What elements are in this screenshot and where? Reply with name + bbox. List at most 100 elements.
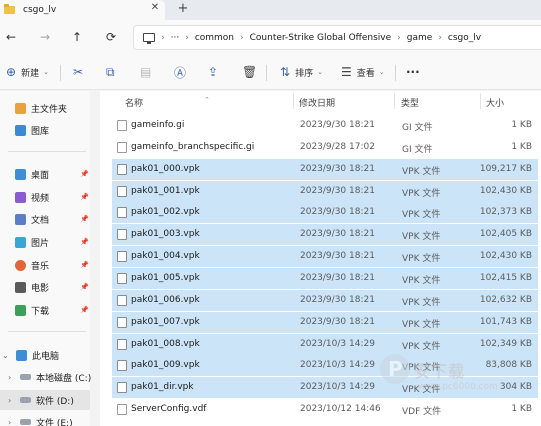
- file-row[interactable]: pak01_008.vpk 2023/10/3 14:29 VPK 文件 102,34…: [112, 333, 538, 355]
- view-button[interactable]: ☰ 查看 ⌄: [341, 63, 385, 81]
- new-tab-icon[interactable]: +: [176, 0, 190, 18]
- divider: [8, 151, 86, 152]
- file-row[interactable]: pak01_007.vpk 2023/9/30 18:21 VPK 文件 101,74…: [112, 311, 538, 333]
- sidebar-item-documents[interactable]: 文档 📌: [0, 209, 90, 229]
- sidebar-item-desktop[interactable]: 桌面 📌: [0, 164, 90, 184]
- pin-icon[interactable]: 📌: [80, 306, 89, 314]
- sidebar-item-drive-c[interactable]: › 本地磁盘 (C:): [0, 367, 91, 387]
- sidebar-item-this-pc[interactable]: ⌄ 此电脑: [0, 345, 90, 365]
- sidebar-item-label: 此电脑: [32, 351, 60, 362]
- file-row[interactable]: pak01_002.vpk 2023/9/30 18:21 VPK 文件 102,37…: [112, 202, 538, 224]
- breadcrumb-game[interactable]: game: [407, 33, 433, 43]
- file-row[interactable]: pak01_005.vpk 2023/9/30 18:21 VPK 文件 102,41…: [112, 267, 538, 289]
- drive-icon: [20, 419, 31, 425]
- share-icon: ⇪: [208, 65, 219, 79]
- checkbox[interactable]: [117, 207, 127, 219]
- close-tab-icon[interactable]: ✕: [148, 2, 162, 13]
- file-size: 102,632 KB: [479, 294, 532, 305]
- file-name: pak01_005.vpk: [131, 272, 200, 283]
- pin-icon[interactable]: 📌: [80, 193, 89, 201]
- command-bar: ⊕ 新建 ⌄ ✂ ⧉ ▤ Ⓐ ⇪ 🗑 ⇅ 排序 ⌄ ☰ 查看 ⌄ ···: [0, 55, 541, 90]
- more-options-button[interactable]: ···: [406, 63, 420, 81]
- column-divider[interactable]: [394, 93, 395, 109]
- cut-button[interactable]: ✂: [73, 63, 83, 81]
- view-icon: ☰: [341, 65, 352, 79]
- checkbox[interactable]: [117, 229, 127, 241]
- chevron-down-icon[interactable]: ⌄: [2, 351, 9, 360]
- share-button[interactable]: ⇪: [208, 63, 218, 81]
- chevron-right-icon: ›: [185, 32, 189, 43]
- file-size: 101,743 KB: [479, 316, 532, 327]
- forward-icon[interactable]: →: [34, 26, 56, 48]
- file-row[interactable]: pak01_003.vpk 2023/9/30 18:21 VPK 文件 102,40…: [112, 224, 538, 246]
- column-divider[interactable]: [293, 93, 294, 109]
- chevron-down-icon: ⌄: [43, 68, 49, 76]
- checkbox[interactable]: [117, 294, 127, 306]
- more-icon: ···: [406, 65, 420, 79]
- sidebar-item-videos[interactable]: 视频 📌: [0, 187, 90, 207]
- checkbox[interactable]: [117, 316, 127, 328]
- file-row[interactable]: pak01_006.vpk 2023/9/30 18:21 VPK 文件 102,63…: [112, 289, 538, 311]
- file-icon: [117, 404, 127, 416]
- breadcrumb-csgo-lv[interactable]: csgo_lv: [448, 33, 481, 43]
- checkbox[interactable]: [117, 382, 127, 394]
- chevron-down-icon: ⌄: [317, 68, 323, 76]
- file-type: VPK 文件: [402, 297, 441, 308]
- breadcrumb-common[interactable]: common: [195, 33, 234, 43]
- file-row[interactable]: gameinfo.gi 2023/9/30 18:21 GI 文件 1 KB: [112, 115, 538, 136]
- pin-icon[interactable]: 📌: [80, 170, 89, 178]
- column-type[interactable]: 类型: [401, 96, 419, 109]
- up-icon[interactable]: ↑: [66, 26, 88, 48]
- copy-button[interactable]: ⧉: [106, 63, 115, 81]
- file-row[interactable]: gameinfo_branchspecific.gi 2023/9/28 17:0…: [112, 137, 538, 158]
- pin-icon[interactable]: 📌: [80, 261, 89, 269]
- rename-button[interactable]: Ⓐ: [174, 63, 186, 81]
- file-row[interactable]: pak01_004.vpk 2023/9/30 18:21 VPK 文件 102,43…: [112, 246, 538, 268]
- file-date: 2023/10/12 14:46: [300, 404, 381, 415]
- sidebar-scrollbar[interactable]: [92, 91, 97, 426]
- breadcrumb-more[interactable]: ···: [171, 33, 180, 43]
- checkbox[interactable]: [117, 185, 127, 197]
- checkbox[interactable]: [117, 251, 127, 263]
- file-row[interactable]: ServerConfig.vdf 2023/10/12 14:46 VDF 文件 1 …: [112, 399, 538, 420]
- sidebar-item-downloads[interactable]: 下载 📌: [0, 300, 90, 320]
- column-date[interactable]: 修改日期: [299, 96, 335, 109]
- file-size: 1 KB: [511, 120, 532, 130]
- refresh-icon[interactable]: ⟳: [100, 26, 122, 48]
- sidebar-item-home[interactable]: 主文件夹: [0, 98, 90, 118]
- drive-icon: [20, 397, 31, 403]
- sidebar-item-drive-d[interactable]: › 软件 (D:): [0, 390, 90, 410]
- file-row[interactable]: pak01_009.vpk 2023/10/3 14:29 VPK 文件 83,808…: [112, 355, 538, 377]
- new-button[interactable]: ⊕ 新建 ⌄: [6, 63, 49, 81]
- chevron-right-icon[interactable]: ›: [8, 396, 11, 405]
- tab-csgo-lv[interactable]: csgo_lv ✕: [0, 0, 165, 20]
- chevron-right-icon[interactable]: ›: [8, 418, 11, 426]
- breadcrumb-csgo[interactable]: Counter-Strike Global Offensive: [250, 33, 392, 43]
- checkbox[interactable]: [117, 272, 127, 284]
- column-size[interactable]: 大小: [486, 96, 504, 109]
- sidebar-item-label: 下载: [31, 306, 50, 317]
- checkbox[interactable]: [117, 338, 127, 350]
- sidebar-item-drive-e[interactable]: › 文件 (E:): [0, 412, 90, 426]
- sidebar-item-gallery[interactable]: 图库: [0, 120, 90, 140]
- sidebar-item-music[interactable]: 音乐 📌: [0, 255, 90, 275]
- file-date: 2023/9/30 18:21: [300, 163, 375, 174]
- sort-button[interactable]: ⇅ 排序 ⌄: [280, 63, 323, 81]
- back-icon[interactable]: ←: [0, 26, 22, 48]
- pin-icon[interactable]: 📌: [80, 238, 89, 246]
- column-divider[interactable]: [480, 93, 481, 109]
- paste-button[interactable]: ▤: [140, 63, 151, 81]
- sidebar-item-movies[interactable]: 电影 📌: [0, 277, 90, 297]
- pin-icon[interactable]: 📌: [80, 283, 89, 291]
- column-name[interactable]: 名称: [125, 96, 143, 109]
- file-row[interactable]: pak01_000.vpk 2023/9/30 18:21 VPK 文件 109,21…: [112, 158, 538, 180]
- sidebar-item-pictures[interactable]: 图片 📌: [0, 232, 90, 252]
- address-bar[interactable]: › ··· › common › Counter-Strike Global O…: [133, 25, 541, 50]
- delete-button[interactable]: 🗑: [242, 63, 257, 81]
- file-row[interactable]: pak01_001.vpk 2023/9/30 18:21 VPK 文件 102,43…: [112, 180, 538, 202]
- checkbox[interactable]: [117, 360, 127, 372]
- chevron-right-icon[interactable]: ›: [8, 373, 11, 382]
- checkbox[interactable]: [117, 163, 127, 175]
- file-row[interactable]: pak01_dir.vpk 2023/10/3 14:29 VPK 文件 304 KB: [112, 377, 538, 399]
- pin-icon[interactable]: 📌: [80, 215, 89, 223]
